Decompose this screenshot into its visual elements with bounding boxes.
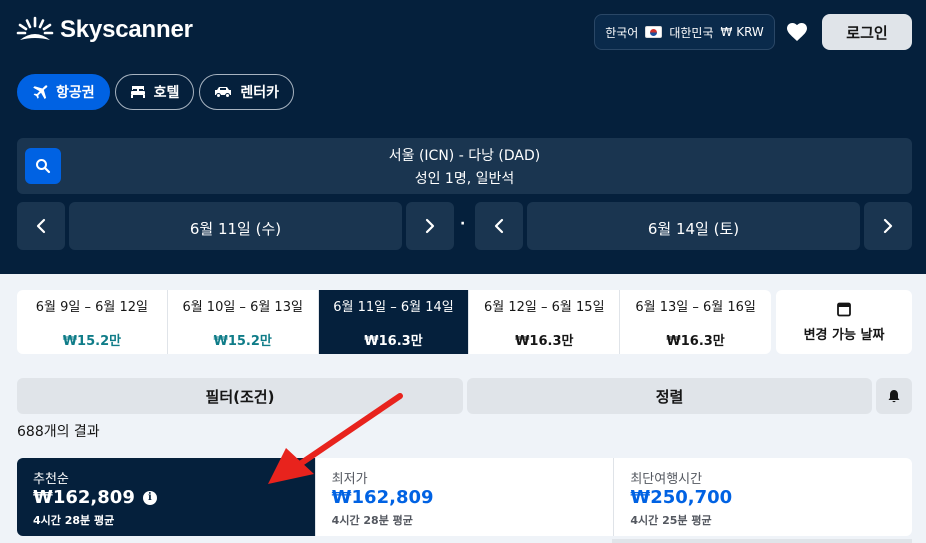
depart-next-button[interactable] xyxy=(406,202,454,250)
sort-option-title: 최저가 xyxy=(331,472,368,487)
korea-flag-icon xyxy=(645,26,663,38)
date-range: 6월 11일 – 6월 14일 xyxy=(333,300,454,315)
depart-prev-button[interactable] xyxy=(17,202,65,250)
date-separator: · xyxy=(460,216,466,232)
sort-option-price: ₩162,809 xyxy=(331,487,434,508)
return-next-button[interactable] xyxy=(864,202,912,250)
vertical-tabs: 항공권 호텔 렌터카 xyxy=(17,74,295,110)
calendar-icon xyxy=(837,302,851,317)
date-option[interactable]: 6월 12일 – 6월 15일 ₩16.3만 xyxy=(469,290,621,354)
country-label: 대한민국 xyxy=(669,25,714,40)
tab-car-hire[interactable]: 렌터카 xyxy=(199,74,295,110)
sort-option-best[interactable]: 추천순 ₩162,809 i 4시간 28분 평균 xyxy=(17,458,316,536)
filter-button[interactable]: 필터(조건) xyxy=(17,378,463,414)
chevron-left-icon xyxy=(494,218,504,234)
currency-label: ₩ KRW xyxy=(720,25,764,39)
search-summary[interactable]: 서울 (ICN) - 다낭 (DAD) 성인 1명, 일반석 xyxy=(17,138,912,194)
tab-label: 항공권 xyxy=(56,85,95,101)
date-range: 6월 10일 – 6월 13일 xyxy=(182,300,303,315)
date-option[interactable]: 6월 13일 – 6월 16일 ₩16.3만 xyxy=(620,290,771,354)
info-icon[interactable]: i xyxy=(142,490,157,505)
date-option-selected[interactable]: 6월 11일 – 6월 14일 ₩16.3만 xyxy=(318,290,470,354)
date-range: 6월 12일 – 6월 15일 xyxy=(484,300,605,315)
passenger-class-text: 성인 1명, 일반석 xyxy=(414,171,515,187)
sort-option-duration: 4시간 28분 평균 xyxy=(331,514,413,527)
date-price: ₩16.3만 xyxy=(515,334,574,349)
tab-label: 렌터카 xyxy=(240,85,280,101)
date-range: 6월 9일 – 6월 12일 xyxy=(35,300,149,315)
locale-selector[interactable]: 한국어 대한민국 ₩ KRW xyxy=(594,14,775,50)
route-text: 서울 (ICN) - 다낭 (DAD) xyxy=(388,148,541,164)
sunrise-logo-icon xyxy=(16,16,54,40)
bell-icon xyxy=(888,389,900,402)
brand-name: Skyscanner xyxy=(60,16,193,43)
bed-icon xyxy=(130,86,145,98)
date-range: 6월 13일 – 6월 16일 xyxy=(635,300,756,315)
date-option[interactable]: 6월 9일 – 6월 12일 ₩15.2만 xyxy=(17,290,168,354)
sort-option-cheapest[interactable]: 최저가 ₩162,809 4시간 28분 평균 xyxy=(316,458,615,536)
date-price: ₩16.3만 xyxy=(666,334,725,349)
date-price: ₩16.3만 xyxy=(364,334,423,349)
sort-option-fastest[interactable]: 최단여행시간 ₩250,700 4시간 25분 평균 xyxy=(614,458,912,536)
sort-option-price-row: ₩162,809 i xyxy=(33,487,157,508)
chevron-right-icon xyxy=(883,218,893,234)
depart-date: 6월 11일 (수) xyxy=(189,220,282,238)
flexible-dates-label: 변경 가능 날짜 xyxy=(803,328,885,343)
sort-option-price: ₩162,809 xyxy=(33,487,135,508)
tab-label: 호텔 xyxy=(153,85,180,101)
tab-hotels[interactable]: 호텔 xyxy=(114,74,195,110)
date-price: ₩15.2만 xyxy=(62,334,122,349)
sort-options: 추천순 ₩162,809 i 4시간 28분 평균 최저가 ₩162,809 4… xyxy=(17,458,912,536)
date-price: ₩15.2만 xyxy=(213,334,272,349)
heart-icon[interactable] xyxy=(785,20,809,44)
sort-option-title: 최단여행시간 xyxy=(630,472,703,487)
flexible-dates-button[interactable]: 변경 가능 날짜 xyxy=(776,290,912,354)
chevron-right-icon xyxy=(425,218,435,234)
skyscanner-logo[interactable]: Skyscanner xyxy=(16,16,193,44)
return-prev-button[interactable] xyxy=(475,202,523,250)
sort-option-price: ₩250,700 xyxy=(630,487,733,508)
sort-option-title: 추천순 xyxy=(33,472,69,487)
sort-option-duration: 4시간 25분 평균 xyxy=(630,514,712,527)
next-result-edge xyxy=(612,539,912,543)
login-button[interactable]: 로그인 xyxy=(822,14,912,50)
sort-button[interactable]: 정렬 xyxy=(467,378,872,414)
date-price-strip: 6월 9일 – 6월 12일 ₩15.2만 6월 10일 – 6월 13일 ₩1… xyxy=(17,290,771,354)
chevron-left-icon xyxy=(36,218,46,234)
language-label: 한국어 xyxy=(605,25,639,40)
price-alert-button[interactable] xyxy=(876,378,912,414)
return-date: 6월 14일 (토) xyxy=(647,220,740,238)
sort-option-duration: 4시간 28분 평균 xyxy=(33,514,115,527)
tab-flights[interactable]: 항공권 xyxy=(17,74,110,110)
date-option[interactable]: 6월 10일 – 6월 13일 ₩15.2만 xyxy=(168,290,319,354)
car-icon xyxy=(215,87,232,98)
plane-icon xyxy=(33,85,48,100)
results-count: 688개의 결과 xyxy=(17,424,100,440)
